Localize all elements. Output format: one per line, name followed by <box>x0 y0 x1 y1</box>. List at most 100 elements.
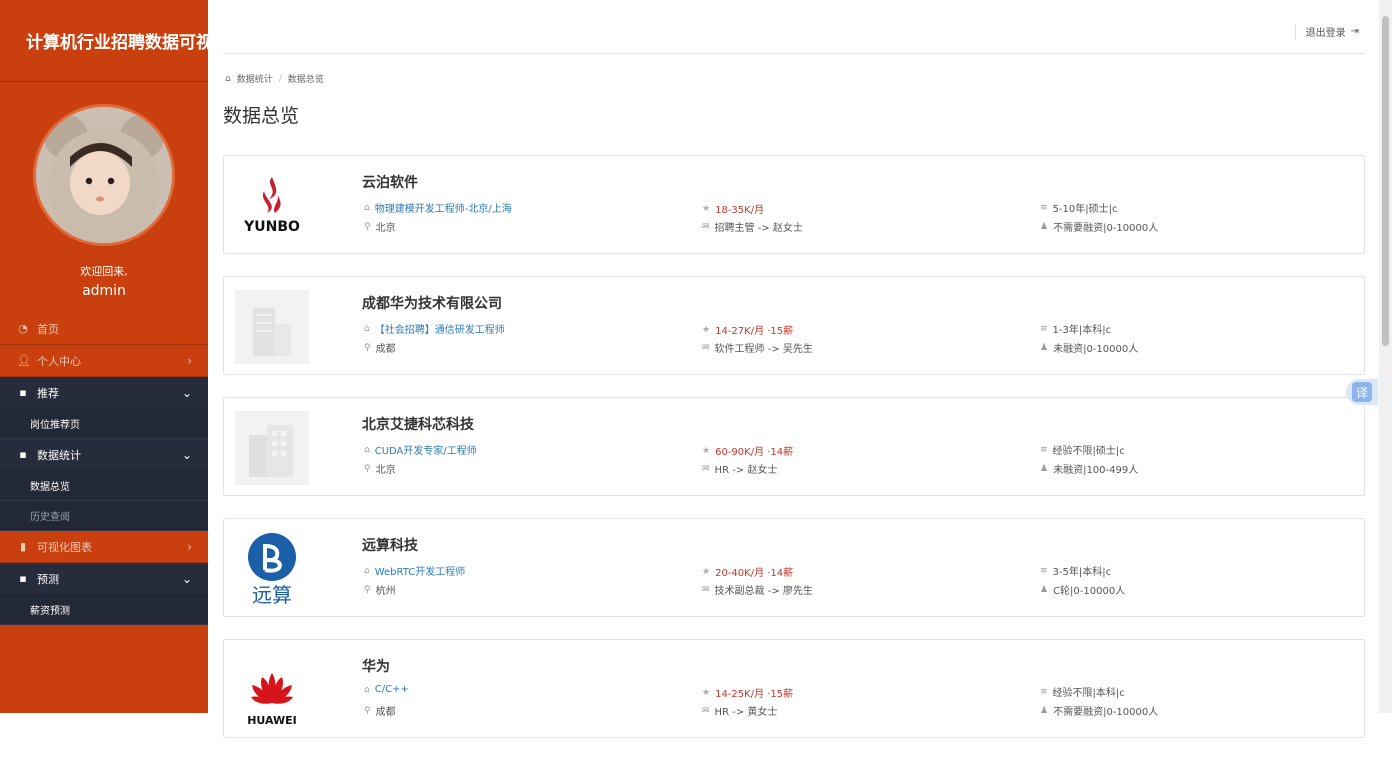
job-card[interactable]: 北京艾捷科芯科技 ⌂ CUDA开发专家/工程师 ⚲ 北京 ★ 60-90K/月 ·14… <box>223 397 1365 496</box>
translate-button[interactable]: 译 <box>1346 379 1378 405</box>
job-location: ⚲ 成都 <box>364 703 396 719</box>
star-icon: ★ <box>702 566 711 577</box>
list-icon: ≡ <box>1040 686 1048 697</box>
job-location: ⚲ 北京 <box>364 219 396 235</box>
grid-icon: ▪ <box>19 386 27 399</box>
breadcrumb-current: 数据总览 <box>287 75 324 85</box>
company-name[interactable]: 北京艾捷科芯科技 <box>362 414 474 434</box>
sidebar-item-charts[interactable]: ▮ 可视化图表 › <box>0 531 208 563</box>
company-name[interactable]: 成都华为技术有限公司 <box>362 293 502 313</box>
sidebar-subitem-overview[interactable]: 数据总览 <box>0 471 208 501</box>
user-icon: 👤︎ <box>17 354 31 367</box>
city-text: 成都 <box>375 707 396 718</box>
breadcrumb: ⌂ 数据统计 / 数据总览 <box>225 72 324 86</box>
company-scale: ♟ 不需要融资|0-10000人 <box>1040 219 1158 235</box>
job-hr: ✉ HR -> 赵女士 <box>702 461 777 477</box>
job-salary: ★ 20-40K/月 ·14薪 <box>702 564 794 580</box>
star-icon: ★ <box>702 687 711 698</box>
job-hr: ✉ HR -> 黄女士 <box>702 703 778 719</box>
location-icon: ⚲ <box>364 705 371 716</box>
job-card[interactable]: 远算 远算科技 ⌂ WebRTC开发工程师 ⚲ 杭州 ★ 20-40K/月 ·14薪 … <box>223 518 1365 617</box>
job-requirement: ≡ 1-3年|本科|c <box>1040 321 1111 337</box>
job-card[interactable]: 成都华为技术有限公司 ⌂ 【社会招聘】通信研发工程师 ⚲ 成都 ★ 14-27K/月 … <box>223 276 1365 375</box>
sidebar-subitem-salary-predict[interactable]: 薪资预测 <box>0 595 208 625</box>
sidebar-subitem-job-recommend[interactable]: 岗位推荐页 <box>0 409 208 439</box>
sidebar-item-predict[interactable]: ▪ 预测 ⌄ <box>0 563 208 595</box>
company-logo: YUNBO <box>235 169 309 243</box>
sidebar-item-label: 个人中心 <box>37 354 81 368</box>
job-salary: ★ 14-25K/月 ·15薪 <box>702 685 793 701</box>
welcome-text: 欢迎回来, <box>80 265 128 278</box>
location-icon: ⚲ <box>364 221 371 232</box>
job-salary: ★ 14-27K/月 ·15薪 <box>702 322 794 338</box>
sidebar-item-label: 推荐 <box>37 386 59 400</box>
job-hr: ✉ 招聘主管 -> 赵女士 <box>702 219 803 235</box>
salary-text: 14-27K/月 ·15薪 <box>715 326 794 337</box>
scrollbar-thumb[interactable] <box>1382 16 1389 346</box>
hr-text: HR -> 黄女士 <box>714 707 778 718</box>
logout-icon: ⇥ <box>1350 26 1359 37</box>
job-location: ⚲ 北京 <box>364 461 396 477</box>
job-card[interactable]: YUNBO 云泊软件 ⌂ 物理建模开发工程师-北京/上海 ⚲ 北京 ★ 18-35K/… <box>223 155 1365 254</box>
job-title[interactable]: ⌂ 【社会招聘】通信研发工程师 <box>364 321 505 337</box>
scrollbar[interactable] <box>1379 0 1392 713</box>
job-title[interactable]: ⌂ 物理建模开发工程师-北京/上海 <box>364 200 512 216</box>
job-salary: ★ 60-90K/月 ·14薪 <box>702 443 793 459</box>
briefcase-icon: ⌂ <box>364 684 370 695</box>
job-requirement: ≡ 经验不限|硕士|c <box>1040 442 1125 458</box>
mail-icon: ✉ <box>702 463 710 474</box>
scale-text: 未融资|0-10000人 <box>1053 344 1139 355</box>
job-hr: ✉ 软件工程师 -> 吴先生 <box>702 340 813 356</box>
job-requirement: ≡ 5-10年|硕士|c <box>1040 200 1118 216</box>
scale-text: C轮|0-10000人 <box>1053 586 1126 597</box>
salary-text: 20-40K/月 ·14薪 <box>715 568 794 579</box>
job-title[interactable]: ⌂ CUDA开发专家/工程师 <box>364 442 477 458</box>
app-title: 计算机行业招聘数据可视化 <box>0 0 208 82</box>
logo-text: 远算 <box>252 583 292 606</box>
sidebar-item-statistics[interactable]: ▪ 数据统计 ⌄ <box>0 439 208 471</box>
breadcrumb-separator: / <box>278 73 282 84</box>
list-icon: ≡ <box>1040 202 1048 213</box>
company-logo: HUAWEI <box>235 653 309 727</box>
company-name[interactable]: 华为 <box>362 656 390 676</box>
breadcrumb-item[interactable]: 数据统计 <box>237 72 273 85</box>
sidebar-item-profile[interactable]: 👤︎ 个人中心 › <box>0 345 208 377</box>
translate-icon: 译 <box>1352 382 1372 402</box>
briefcase-icon: ⌂ <box>364 444 370 455</box>
home-icon: ⌂ <box>225 73 231 84</box>
sidebar-item-home[interactable]: ◔ 首页 <box>0 313 208 345</box>
logo-text: YUNBO <box>243 219 300 235</box>
company-name[interactable]: 远算科技 <box>362 535 418 555</box>
job-card[interactable]: HUAWEI 华为 ⌂ C/C++ ⚲ 成都 ★ 14-25K/月 ·15薪 ✉ HR … <box>223 639 1365 738</box>
company-name[interactable]: 云泊软件 <box>362 172 418 192</box>
briefcase-icon: ⌂ <box>364 565 370 576</box>
city-text: 杭州 <box>375 586 396 597</box>
company-scale: ♟ C轮|0-10000人 <box>1040 582 1126 598</box>
user-icon: ♟ <box>1040 584 1049 595</box>
job-salary: ★ 18-35K/月 <box>702 201 764 217</box>
job-title-text: C/C++ <box>374 684 409 695</box>
dashboard-icon: ◔ <box>18 322 28 335</box>
chevron-down-icon: ⌄ <box>181 447 192 462</box>
mail-icon: ✉ <box>702 221 710 232</box>
requirement-text: 5-10年|硕士|c <box>1052 204 1118 215</box>
logout-label: 退出登录 <box>1305 28 1346 39</box>
company-logo: 远算 <box>235 532 309 606</box>
job-title[interactable]: ⌂ WebRTC开发工程师 <box>364 563 466 579</box>
hr-text: 软件工程师 -> 吴先生 <box>714 344 813 355</box>
scale-text: 未融资|100-499人 <box>1053 465 1139 476</box>
sidebar-subitem-history[interactable]: 历史查阅 <box>0 501 208 531</box>
grid-icon: ▪ <box>19 572 27 585</box>
job-title[interactable]: ⌂ C/C++ <box>364 684 409 695</box>
city-text: 成都 <box>375 344 396 355</box>
logout-button[interactable]: 退出登录 ⇥ <box>1294 24 1359 39</box>
sidebar-item-recommend[interactable]: ▪ 推荐 ⌄ <box>0 377 208 409</box>
company-scale: ♟ 不需要融资|0-10000人 <box>1040 703 1158 719</box>
requirement-text: 经验不限|硕士|c <box>1052 446 1125 457</box>
chevron-right-icon: › <box>187 539 192 554</box>
list-icon: ≡ <box>1040 323 1048 334</box>
city-text: 北京 <box>375 223 396 234</box>
job-title-text: WebRTC开发工程师 <box>374 567 466 578</box>
company-logo <box>235 290 309 364</box>
location-icon: ⚲ <box>364 584 371 595</box>
